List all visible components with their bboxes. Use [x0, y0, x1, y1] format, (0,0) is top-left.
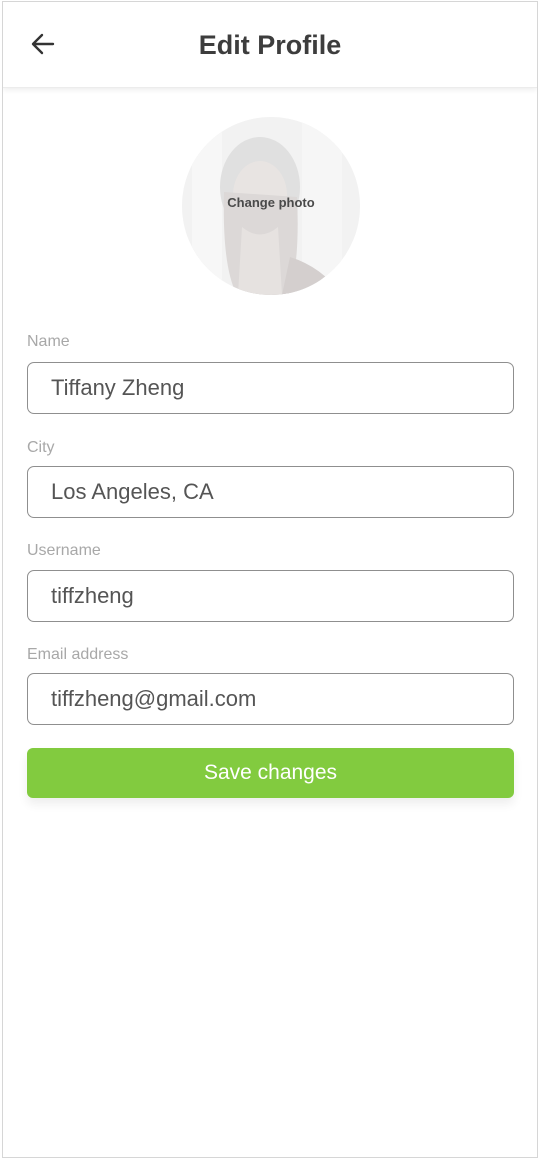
username-field[interactable]	[27, 570, 514, 622]
avatar[interactable]: Change photo	[182, 117, 360, 295]
name-field[interactable]	[27, 362, 514, 414]
page-title: Edit Profile	[198, 30, 342, 60]
city-label: City	[27, 439, 55, 456]
email-field[interactable]	[27, 673, 514, 725]
save-changes-button[interactable]: Save changes	[27, 748, 514, 798]
email-label: Email address	[27, 646, 129, 663]
top-bar: Edit Profile	[3, 2, 537, 88]
app-screen: Edit Profile Change photo Name City User…	[2, 1, 538, 1158]
username-label: Username	[27, 542, 101, 559]
name-label: Name	[27, 333, 70, 350]
change-photo-label: Change photo	[227, 195, 315, 210]
city-field[interactable]	[27, 466, 514, 518]
